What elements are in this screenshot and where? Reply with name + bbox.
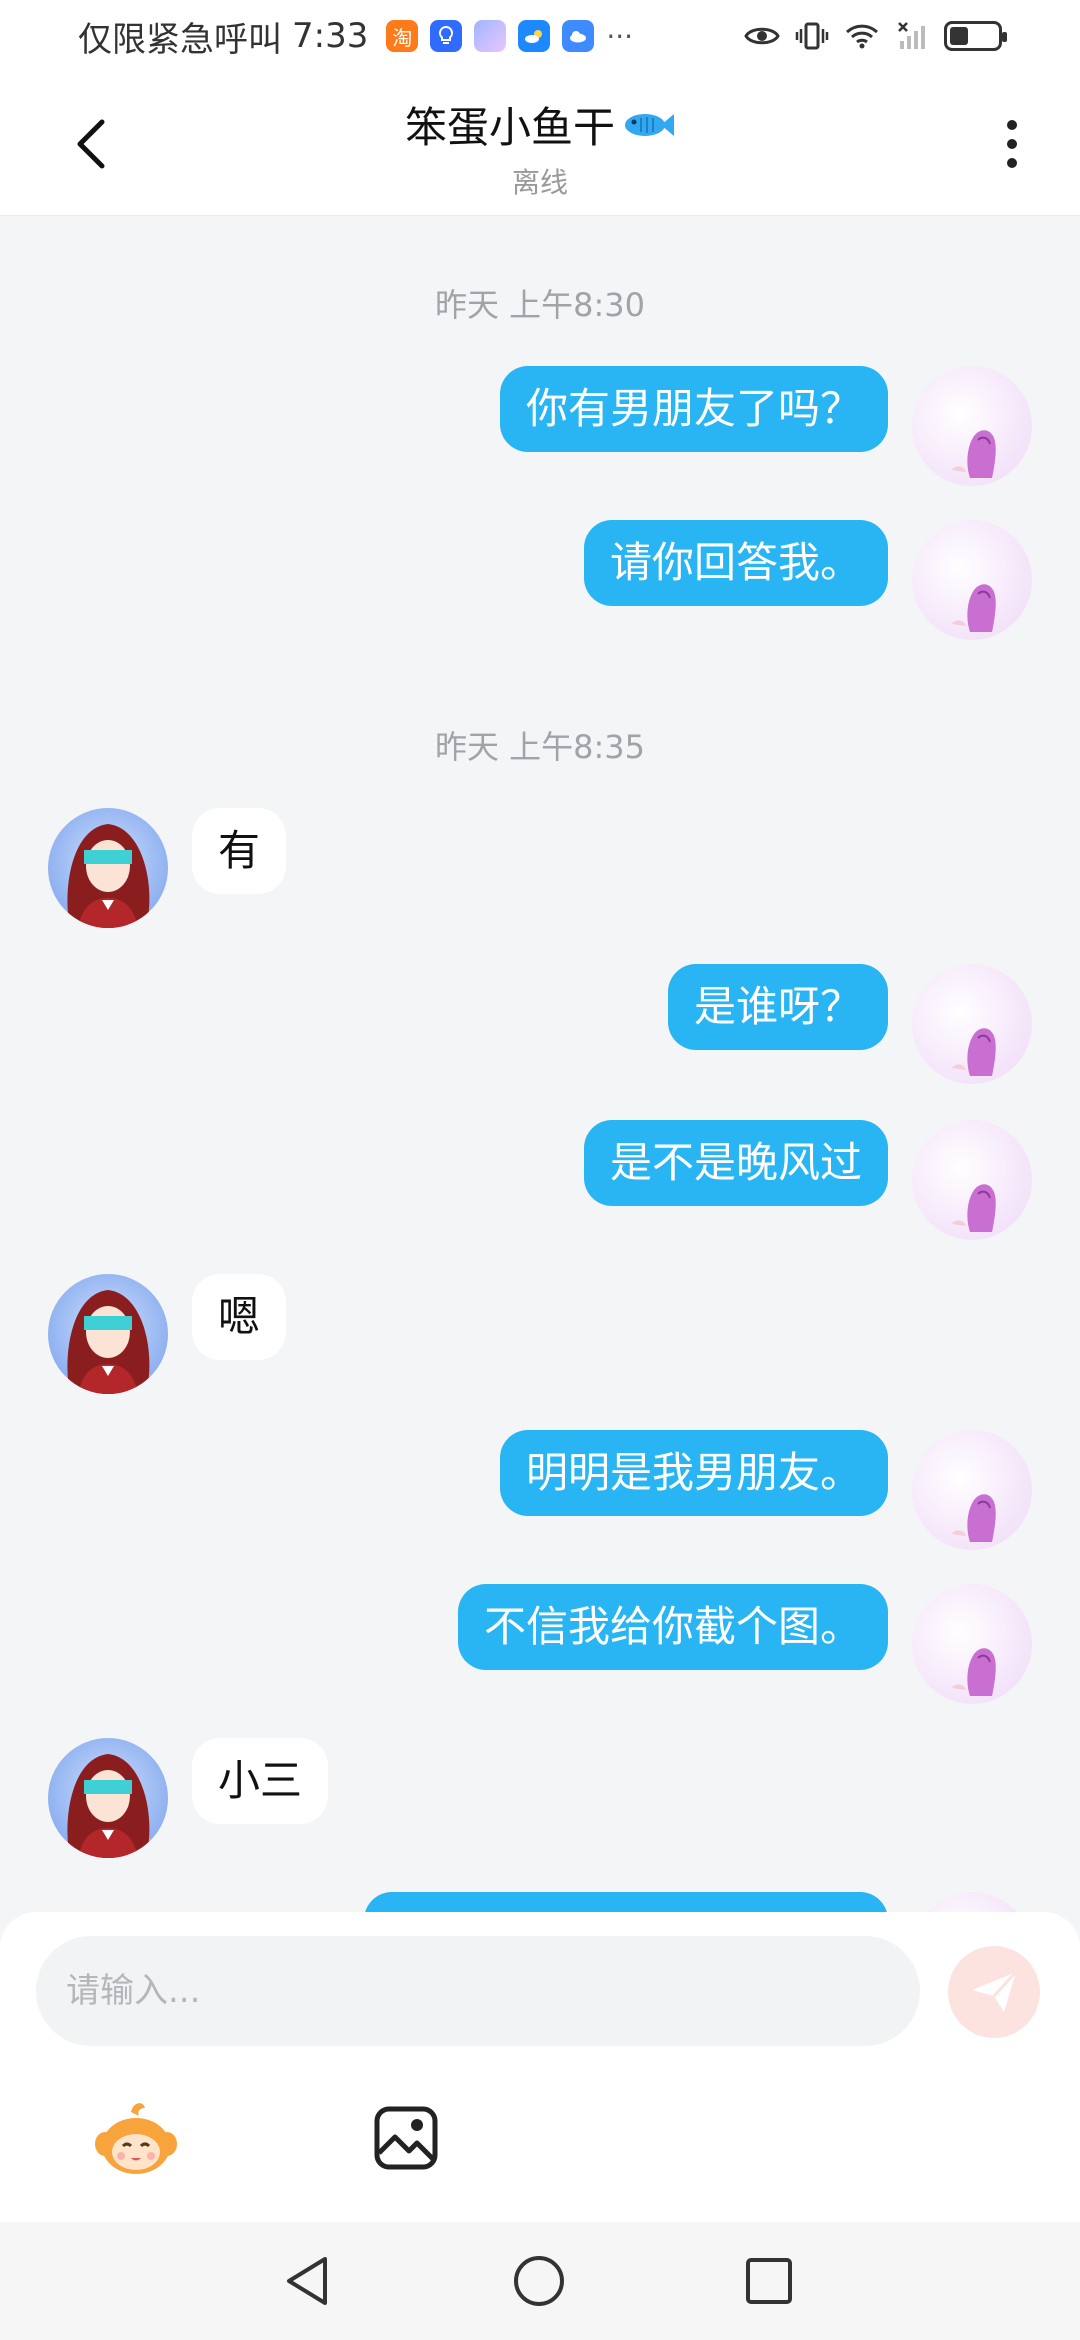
battery-icon — [944, 21, 1007, 51]
avatar[interactable] — [48, 1274, 168, 1394]
avatar[interactable] — [48, 1738, 168, 1858]
online-status: 离线 — [511, 166, 568, 199]
message-bubble[interactable]: 不信我给你截个图。 — [457, 1584, 888, 1670]
cloud-icon — [562, 20, 595, 52]
carrier-text: 仅限紧急呼叫 — [78, 19, 282, 60]
message-bubble[interactable]: 你有男朋友了吗？ — [499, 366, 888, 452]
user-avatar-image — [952, 430, 996, 478]
status-left: 仅限紧急呼叫 7:33 淘 ··· — [78, 12, 633, 61]
message-bubble[interactable]: 明明是我男朋友。 — [499, 1430, 888, 1516]
message-row-incoming: 小三 — [0, 1738, 1080, 1858]
avatar[interactable] — [48, 808, 168, 928]
overflow-dots: ··· — [606, 19, 634, 53]
message-bubble[interactable]: 请你回答我。 — [583, 520, 888, 606]
mascot-emoji-icon — [95, 2103, 177, 2174]
status-bar: 仅限紧急呼叫 7:33 淘 ··· — [0, 0, 1080, 72]
home-circle-icon — [514, 2256, 564, 2306]
status-right — [744, 18, 1007, 54]
message-row-outgoing: 是谁呀？ — [0, 964, 1080, 1084]
image-icon — [374, 2106, 438, 2170]
message-bubble[interactable]: 有 — [192, 808, 287, 894]
recents-square-icon — [746, 2258, 792, 2304]
timestamp: 昨天 上午8:35 — [434, 728, 646, 766]
nav-home-button[interactable] — [506, 2248, 572, 2314]
fish-icon — [625, 113, 674, 136]
user-avatar-image — [952, 584, 996, 632]
more-vertical-icon — [1007, 120, 1017, 130]
vibrate-icon — [794, 18, 830, 54]
send-button[interactable] — [948, 1946, 1040, 2038]
taobao-icon: 淘 — [386, 20, 419, 52]
back-triangle-icon — [287, 2257, 327, 2305]
avatar[interactable] — [912, 1430, 1032, 1550]
message-row-outgoing: 是不是晚风过 — [0, 1120, 1080, 1240]
message-row-outgoing: 明明是我男朋友。 — [0, 1430, 1080, 1550]
message-bubble[interactable]: 是谁呀？ — [667, 964, 888, 1050]
chat-header: 笨蛋小鱼干 离线 — [0, 72, 1080, 216]
eye-icon — [744, 18, 780, 54]
message-bubble[interactable]: 嗯 — [192, 1274, 287, 1360]
notification-icons: 淘 ··· — [386, 20, 633, 53]
message-row-incoming: 嗯 — [0, 1274, 1080, 1394]
contact-name: 笨蛋小鱼干 — [404, 103, 615, 152]
avatar[interactable] — [912, 1120, 1032, 1240]
no-signal-icon — [894, 18, 930, 54]
message-bubble[interactable]: 小三 — [192, 1738, 329, 1824]
nav-back-button[interactable] — [274, 2248, 340, 2314]
avatar[interactable] — [912, 1892, 1032, 1912]
message-row-incoming: 有 — [0, 808, 1080, 928]
message-list[interactable]: 昨天 上午8:30 你有男朋友了吗？ 请你回答我。 昨天 上午8:35 有 是谁… — [0, 216, 1080, 1912]
page-title: 笨蛋小鱼干 — [405, 94, 675, 155]
lightbulb-icon — [430, 20, 463, 52]
contact-avatar-image — [67, 1290, 150, 1394]
message-row-outgoing: 不信我给你截个图。 — [0, 1584, 1080, 1704]
wifi-icon — [844, 18, 880, 54]
emoji-button[interactable] — [86, 2088, 186, 2188]
send-icon — [972, 1970, 1018, 2012]
avatar[interactable] — [912, 366, 1032, 486]
message-row-outgoing: 你有男朋友了吗？ — [0, 366, 1080, 486]
user-avatar-image — [952, 1494, 996, 1542]
weather-icon — [518, 20, 551, 52]
clock: 7:33 — [292, 16, 369, 56]
contact-avatar-image — [67, 1754, 150, 1858]
avatar[interactable] — [912, 964, 1032, 1084]
user-avatar-image — [952, 1648, 996, 1696]
avatar[interactable] — [912, 1584, 1032, 1704]
user-avatar-image — [952, 1028, 996, 1076]
user-avatar-image — [952, 1184, 996, 1232]
image-button[interactable] — [356, 2088, 456, 2188]
more-options-button[interactable] — [992, 114, 1032, 174]
system-nav-bar — [0, 2222, 1080, 2340]
contact-avatar-image — [67, 824, 150, 928]
avatar[interactable] — [912, 520, 1032, 640]
anime-app-icon — [474, 20, 507, 52]
composer — [0, 1912, 1080, 2222]
message-row-outgoing — [0, 1892, 1080, 1912]
message-bubble[interactable] — [364, 1892, 888, 1912]
message-row-outgoing: 请你回答我。 — [0, 520, 1080, 640]
nav-recents-button[interactable] — [736, 2248, 802, 2314]
message-input[interactable] — [36, 1936, 920, 2046]
title-area: 笨蛋小鱼干 离线 — [0, 94, 1080, 201]
timestamp: 昨天 上午8:30 — [434, 286, 646, 324]
message-bubble[interactable]: 是不是晚风过 — [583, 1120, 888, 1206]
